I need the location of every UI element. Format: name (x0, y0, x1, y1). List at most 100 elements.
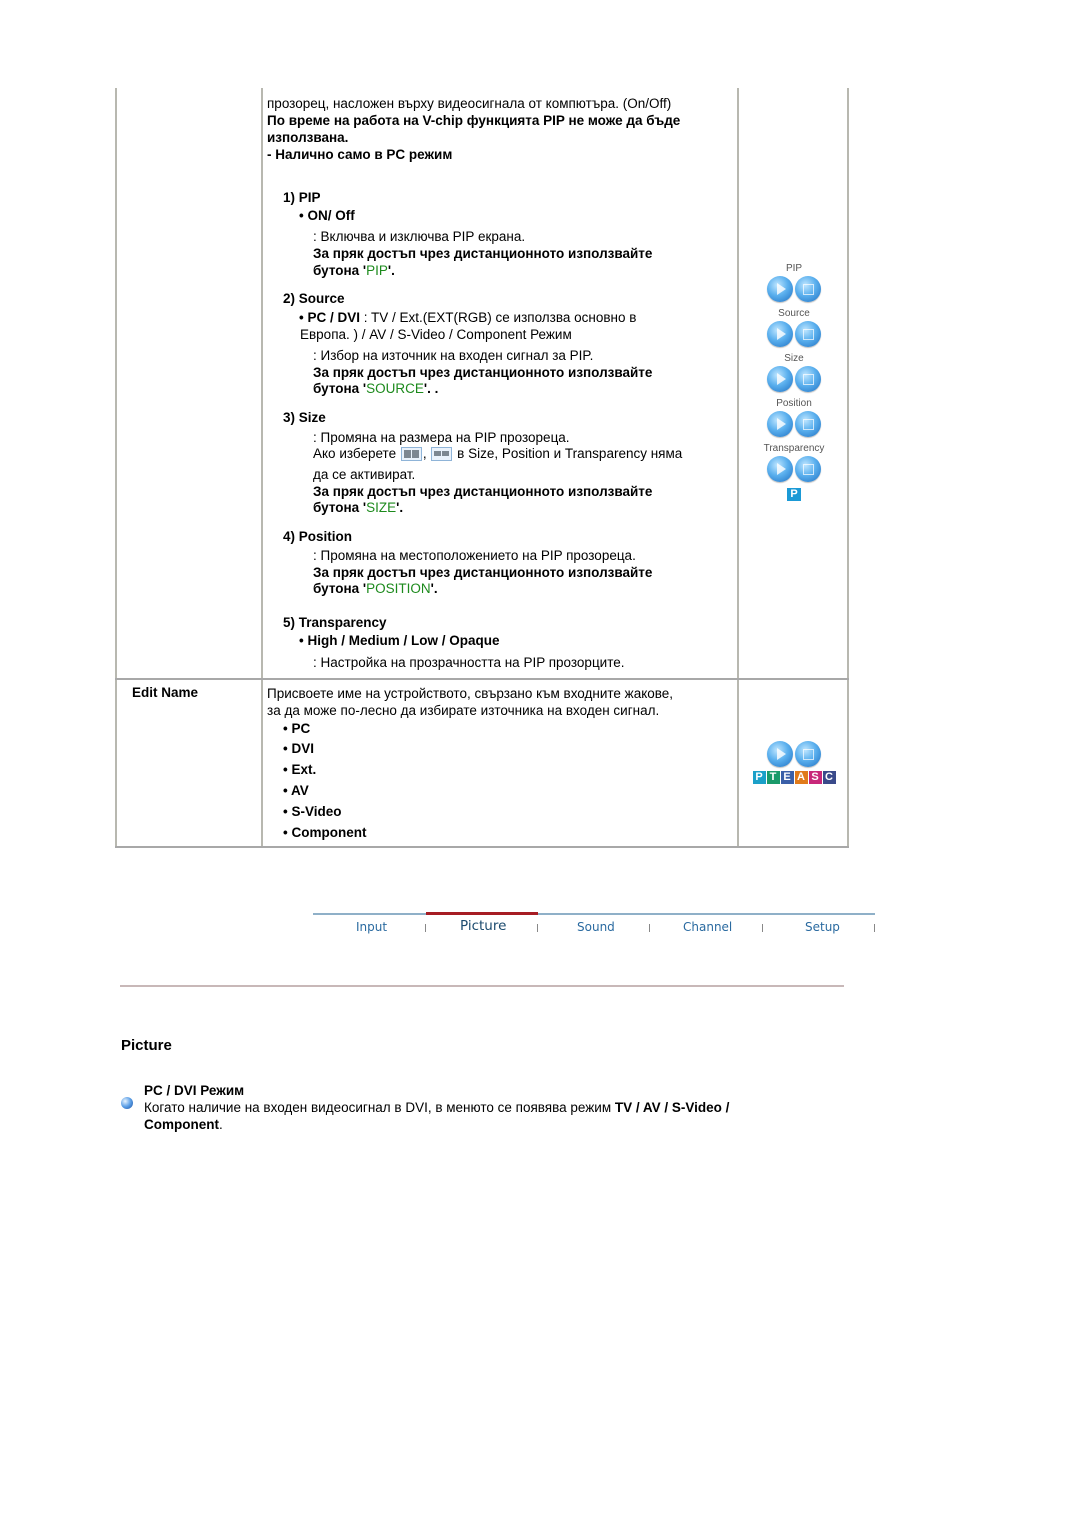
remote-prefix: бутона ' (313, 581, 367, 596)
edit-name-desc-2: за да може по-лесно да избирате източник… (267, 703, 660, 718)
column-divider-1 (261, 88, 263, 848)
remote-key-pip: PIP (366, 263, 388, 278)
edit-name-item: • Component (283, 825, 367, 840)
remote-key-size: SIZE (366, 500, 397, 515)
section-option-pip: • ON/ Off (299, 208, 355, 223)
section-remote-pip-2: бутона 'PIP'. (313, 262, 395, 279)
edit-name-label: Edit Name (132, 685, 199, 700)
table-border-left (115, 88, 117, 848)
section-remote-size-1: За пряк достъп чрез дистанционното изпол… (313, 484, 653, 499)
note-sep: , (422, 446, 427, 461)
section-desc-pip: : Включва и изключва PIP екрана. (313, 229, 526, 244)
section-remote-source-1: За пряк достъп чрез дистанционното изпол… (313, 365, 653, 380)
side-by-side-icon (400, 447, 422, 462)
remote-prefix: бутона ' (313, 263, 367, 278)
remote-suffix: '. . (423, 381, 439, 396)
badge-letter-e: E (780, 771, 794, 784)
picture-text-plain: Когато наличие на входен видеосигнал в D… (144, 1100, 615, 1115)
remote-suffix: '. (430, 581, 438, 596)
pteasc-badge-icon: P T E A S C (739, 771, 849, 784)
tab-channel[interactable]: Channel (683, 920, 732, 934)
play-button-icon[interactable] (767, 276, 793, 302)
pip-pc-only: - Налично само в PC режим (267, 147, 453, 162)
section-divider (120, 985, 844, 987)
edit-name-item: • PC (283, 721, 311, 736)
stop-button-icon[interactable] (795, 321, 821, 347)
note-suffix: в Size, Position и Transparency няма (457, 446, 683, 461)
tab-input[interactable]: Input (356, 920, 387, 934)
section-remote-position-2: бутона 'POSITION'. (313, 580, 438, 597)
section-remote-position-1: За пряк достъп чрез дистанционното изпол… (313, 565, 653, 580)
remote-group-size: Size (739, 353, 849, 392)
remote-key-source: SOURCE (366, 381, 424, 396)
tab-separator (425, 924, 426, 932)
play-button-icon[interactable] (767, 411, 793, 437)
pip-warning-2: използвана. (267, 130, 349, 145)
section-remote-size-2: бутона 'SIZE'. (313, 499, 403, 516)
bullet-icon (121, 1097, 133, 1109)
edit-name-item: • S-Video (283, 804, 342, 819)
section-heading-size: 3) Size (283, 410, 326, 425)
section-remote-pip-1: За пряк достъп чрез дистанционното изпол… (313, 246, 653, 261)
remote-group-source: Source (739, 308, 849, 347)
picture-text-end: . (219, 1117, 223, 1132)
nav-line (313, 913, 875, 915)
badge-letter-c: C (822, 771, 836, 784)
stop-button-icon[interactable] (795, 276, 821, 302)
section-heading-transparency: 5) Transparency (283, 615, 387, 630)
tab-sound[interactable]: Sound (577, 920, 615, 934)
section-desc-source: : Избор на източник на входен сигнал за … (313, 348, 594, 363)
source-option-text: : TV / Ext.(EXT(RGB) се използва основно… (360, 310, 637, 325)
remote-label-position: Position (776, 398, 812, 409)
play-button-icon[interactable] (767, 366, 793, 392)
section-remote-source-2: бутона 'SOURCE'. . (313, 380, 438, 397)
tab-picture[interactable]: Picture (460, 918, 506, 934)
badge-letter-p: P (752, 771, 766, 784)
section-note-size: Ако изберете , в Size, Position и Transp… (313, 445, 682, 462)
tab-setup[interactable]: Setup (805, 920, 840, 934)
pip-warning-1: По време на работа на V-chip функцията P… (267, 113, 681, 128)
pip-intro: прозорец, насложен върху видеосигнала от… (267, 96, 672, 111)
remote-key-position: POSITION (366, 581, 431, 596)
remote-prefix: бутона ' (313, 500, 367, 515)
badge-letter-t: T (766, 771, 780, 784)
remote-group-position: Position (739, 398, 849, 437)
remote-label-transparency: Transparency (763, 443, 825, 454)
remote-label-pip: PIP (785, 263, 803, 274)
picture-text-modes: TV / AV / S-Video / (614, 1100, 730, 1115)
pip-remote-key-icon: P (787, 488, 801, 501)
badge-letter-a: A (794, 771, 808, 784)
play-button-icon[interactable] (767, 321, 793, 347)
row-divider (115, 678, 849, 680)
section-heading-source: 2) Source (283, 291, 345, 306)
remote-suffix: '. (387, 263, 395, 278)
nav-active-indicator (426, 912, 538, 915)
table-border-bottom (115, 846, 849, 848)
tab-separator (649, 924, 650, 932)
tab-separator (762, 924, 763, 932)
pip-remote-buttons: PIP Source Size Position Transparency P (739, 263, 849, 501)
section-desc-position: : Промяна на местоположението на PIP про… (313, 548, 636, 563)
stop-button-icon[interactable] (795, 456, 821, 482)
remote-suffix: '. (396, 500, 404, 515)
split-small-icon (431, 447, 453, 462)
edit-name-item: • Ext. (283, 762, 317, 777)
badge-letter-s: S (808, 771, 822, 784)
edit-name-desc-1: Присвоете име на устройството, свързано … (267, 686, 674, 701)
stop-button-icon[interactable] (795, 366, 821, 392)
stop-button-icon[interactable] (795, 411, 821, 437)
picture-subtitle: PC / DVI Режим (144, 1083, 245, 1098)
section-option-source-2: Европа. ) / AV / S-Video / Component Реж… (300, 327, 572, 342)
source-option-label: • PC / DVI (299, 310, 360, 325)
picture-text-component: Component (144, 1117, 219, 1132)
picture-title: Picture (121, 1037, 172, 1054)
section-heading-pip: 1) PIP (283, 190, 321, 205)
remote-label-size: Size (784, 353, 804, 364)
play-button-icon[interactable] (767, 741, 793, 767)
stop-button-icon[interactable] (795, 741, 821, 767)
section-desc-size: : Промяна на размера на PIP прозореца. (313, 430, 570, 445)
remote-prefix: бутона ' (313, 381, 367, 396)
play-button-icon[interactable] (767, 456, 793, 482)
note-prefix: Ако изберете (313, 446, 397, 461)
tab-separator (874, 924, 875, 932)
